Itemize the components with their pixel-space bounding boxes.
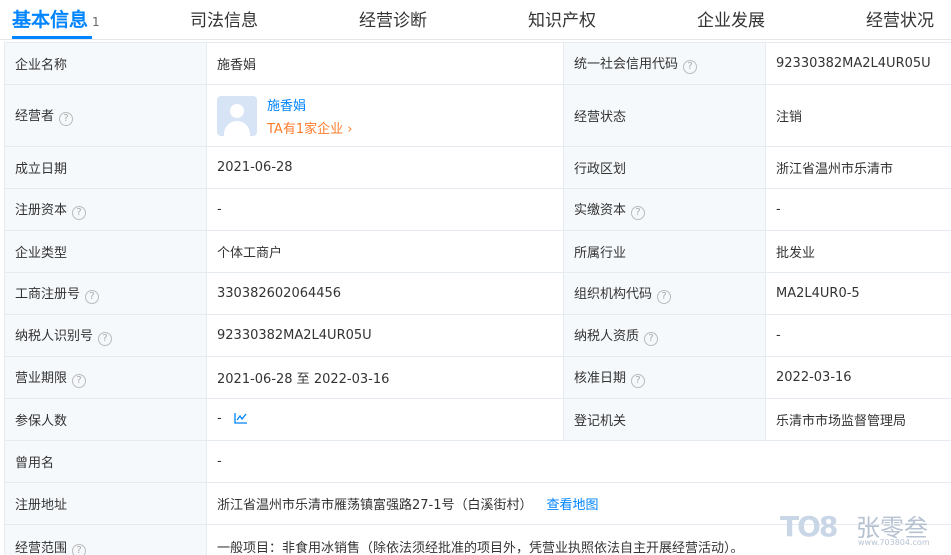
paid-capital-value: - xyxy=(765,188,951,231)
reg-capital-label: 注册资本? xyxy=(4,188,207,231)
reg-capital-value: - xyxy=(206,188,564,231)
paid-capital-label-text: 实缴资本 xyxy=(574,203,627,218)
table-row: 企业类型 个体工商户 所属行业 批发业 xyxy=(4,230,951,273)
insured-value: - xyxy=(206,398,564,441)
industry-value: 批发业 xyxy=(765,230,951,273)
region-label: 行政区划 xyxy=(563,146,766,189)
tab-judicial-info[interactable]: 司法信息 xyxy=(190,6,258,31)
watermark: TO8 张零叁 www.703804.com xyxy=(780,508,940,552)
person-avatar-icon[interactable] xyxy=(217,95,257,136)
taxpayer-id-label: 纳税人识别号? xyxy=(4,314,207,357)
taxpayer-qual-label: 纳税人资质? xyxy=(563,314,766,357)
help-icon[interactable]: ? xyxy=(59,112,74,126)
company-name-label: 企业名称 xyxy=(4,42,207,85)
insured-value-text: - xyxy=(217,411,222,426)
operator-label: 经营者? xyxy=(4,84,207,147)
status-label: 经营状态 xyxy=(563,84,766,147)
help-icon[interactable]: ? xyxy=(631,206,646,220)
tab-count: 1 xyxy=(92,15,100,29)
operator-companies-link[interactable]: TA有1家企业 › xyxy=(267,122,352,137)
biz-term-label: 营业期限? xyxy=(4,356,207,399)
tab-label: 基本信息 xyxy=(12,9,89,31)
tab-operation-diagnosis[interactable]: 经营诊断 xyxy=(359,6,427,31)
credit-code-value: 92330382MA2L4UR05U xyxy=(765,42,951,85)
help-icon[interactable]: ? xyxy=(657,290,672,304)
reg-capital-label-text: 注册资本 xyxy=(15,203,68,218)
insured-label: 参保人数 xyxy=(4,398,207,441)
table-row: 工商注册号? 330382602064456 组织机构代码? MA2L4UR0-… xyxy=(4,272,951,315)
industry-label: 所属行业 xyxy=(563,230,766,273)
basic-info-table: 企业名称 施香娟 统一社会信用代码? 92330382MA2L4UR05U 经营… xyxy=(4,42,951,555)
biz-reg-no-value: 330382602064456 xyxy=(206,272,564,315)
reg-address-text: 浙江省温州市乐清市雁荡镇富强路27-1号（白溪街村） xyxy=(217,498,533,513)
org-code-label: 组织机构代码? xyxy=(563,272,766,315)
taxpayer-qual-value: - xyxy=(765,314,951,357)
operator-label-text: 经营者 xyxy=(15,109,55,124)
help-icon[interactable]: ? xyxy=(98,332,113,346)
watermark-logo: TO8 xyxy=(780,510,838,543)
help-icon[interactable]: ? xyxy=(85,290,100,304)
org-code-label-text: 组织机构代码 xyxy=(574,287,653,302)
tab-basic-info[interactable]: 基本信息 1 xyxy=(12,5,100,32)
credit-code-label-text: 统一社会信用代码 xyxy=(574,57,679,72)
table-row: 企业名称 施香娟 统一社会信用代码? 92330382MA2L4UR05U xyxy=(4,42,951,85)
company-type-value: 个体工商户 xyxy=(206,230,564,273)
reg-authority-label: 登记机关 xyxy=(563,398,766,441)
table-row: 成立日期 2021-06-28 行政区划 浙江省温州市乐清市 xyxy=(4,146,951,189)
taxpayer-id-value: 92330382MA2L4UR05U xyxy=(206,314,564,357)
status-value: 注销 xyxy=(765,84,951,147)
view-map-link[interactable]: 查看地图 xyxy=(547,498,599,513)
tab-operating-status[interactable]: 经营状况 xyxy=(866,6,934,31)
operator-name-link[interactable]: 施香娟 xyxy=(267,95,352,114)
biz-scope-label: 经营范围? xyxy=(4,524,207,555)
biz-reg-no-label: 工商注册号? xyxy=(4,272,207,315)
tab-enterprise-development[interactable]: 企业发展 xyxy=(697,6,765,31)
org-code-value: MA2L4UR0-5 xyxy=(765,272,951,315)
taxpayer-qual-label-text: 纳税人资质 xyxy=(574,329,640,344)
reg-authority-value: 乐清市市场监督管理局 xyxy=(765,398,951,441)
operator-card: 施香娟 TA有1家企业 › xyxy=(217,95,553,137)
table-row: 注册资本? - 实缴资本? - xyxy=(4,188,951,231)
operator-value: 施香娟 TA有1家企业 › xyxy=(206,84,564,147)
help-icon[interactable]: ? xyxy=(631,374,646,388)
reg-address-label: 注册地址 xyxy=(4,482,207,525)
approval-date-value: 2022-03-16 xyxy=(765,356,951,399)
table-row: 营业期限? 2021-06-28 至 2022-03-16 核准日期? 2022… xyxy=(4,356,951,399)
table-row: 曾用名 - xyxy=(4,440,951,483)
taxpayer-id-label-text: 纳税人识别号 xyxy=(15,329,94,344)
table-row: 参保人数 - 登记机关 乐清市市场监督管理局 xyxy=(4,398,951,441)
active-tab-indicator xyxy=(12,36,92,39)
credit-code-label: 统一社会信用代码? xyxy=(563,42,766,85)
biz-reg-no-label-text: 工商注册号 xyxy=(15,287,81,302)
former-name-label: 曾用名 xyxy=(4,440,207,483)
operator-info: 施香娟 TA有1家企业 › xyxy=(267,95,352,137)
tab-intellectual-property[interactable]: 知识产权 xyxy=(528,6,596,31)
established-value: 2021-06-28 xyxy=(206,146,564,189)
watermark-url: www.703804.com xyxy=(858,538,930,547)
table-row: 纳税人识别号? 92330382MA2L4UR05U 纳税人资质? - xyxy=(4,314,951,357)
tab-bar: 基本信息 1 司法信息 经营诊断 知识产权 企业发展 经营状况 xyxy=(0,0,951,40)
help-icon[interactable]: ? xyxy=(644,332,659,346)
biz-scope-label-text: 经营范围 xyxy=(15,541,68,555)
help-icon[interactable]: ? xyxy=(72,206,87,220)
paid-capital-label: 实缴资本? xyxy=(563,188,766,231)
help-icon[interactable]: ? xyxy=(683,60,698,74)
biz-term-label-text: 营业期限 xyxy=(15,371,68,386)
help-icon[interactable]: ? xyxy=(72,374,87,388)
company-type-label: 企业类型 xyxy=(4,230,207,273)
former-name-value: - xyxy=(206,440,951,483)
established-label: 成立日期 xyxy=(4,146,207,189)
biz-term-value: 2021-06-28 至 2022-03-16 xyxy=(206,356,564,399)
trend-chart-icon[interactable] xyxy=(234,412,248,428)
company-name-value: 施香娟 xyxy=(206,42,564,85)
region-value: 浙江省温州市乐清市 xyxy=(765,146,951,189)
help-icon[interactable]: ? xyxy=(72,544,87,555)
approval-date-label-text: 核准日期 xyxy=(574,371,627,386)
approval-date-label: 核准日期? xyxy=(563,356,766,399)
table-row: 经营者? 施香娟 TA有1家企业 › 经营状态 注销 xyxy=(4,84,951,147)
